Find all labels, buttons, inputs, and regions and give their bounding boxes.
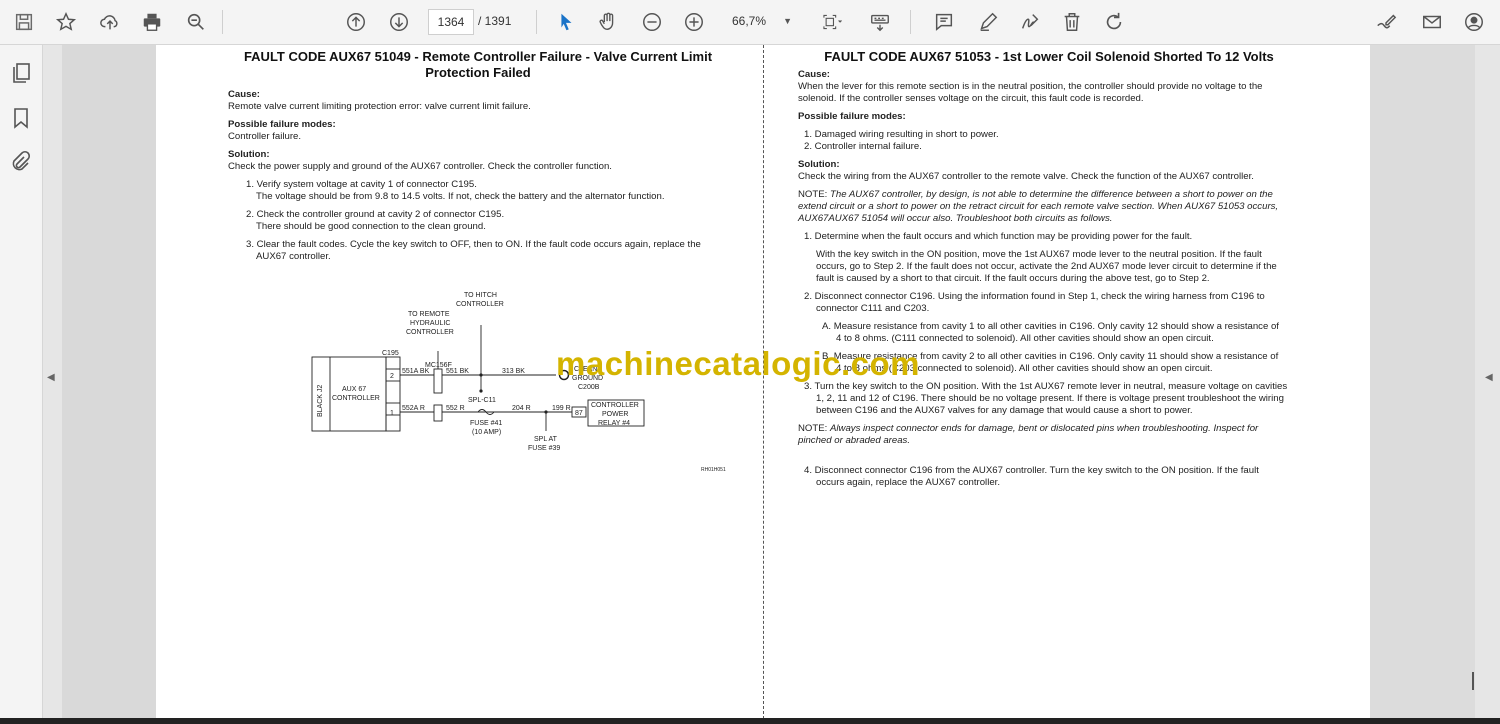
zoom-out-icon[interactable] bbox=[638, 8, 666, 36]
watermark: machinecatalogic.com bbox=[556, 345, 920, 382]
edit-pdf-icon[interactable] bbox=[1372, 8, 1400, 36]
label-wire-552: 552 R bbox=[446, 405, 465, 412]
right-step-1: 1. Determine when the fault occurs and w… bbox=[804, 231, 1193, 242]
left-nav-panel bbox=[0, 45, 43, 724]
keyboard-icon[interactable] bbox=[866, 8, 894, 36]
bookmark-star-icon[interactable] bbox=[52, 8, 80, 36]
right-section: FAULT CODE AUX67 51053 - 1st Lower Coil … bbox=[798, 49, 1300, 489]
left-modes-heading: Possible failure modes: bbox=[228, 119, 336, 130]
left-cause-heading: Cause: bbox=[228, 89, 260, 100]
right-cause-line-1: When the lever for this remote section i… bbox=[798, 81, 1263, 92]
right-cause-heading: Cause: bbox=[798, 69, 830, 80]
left-step-1: 1. Verify system voltage at cavity 1 of … bbox=[246, 179, 665, 202]
collapse-left-icon[interactable]: ◀ bbox=[47, 372, 55, 383]
right-note-2: NOTE: Always inspect connector ends for … bbox=[798, 423, 1259, 446]
select-cursor-icon[interactable] bbox=[552, 8, 580, 36]
page-number-input[interactable]: 1364 bbox=[428, 9, 474, 35]
label-pin-1: 1 bbox=[390, 410, 394, 417]
right-step-3: 3. Turn the key switch to the ON positio… bbox=[804, 381, 1288, 416]
save-icon[interactable] bbox=[10, 8, 38, 36]
wiring-diagram: TO HITCH CONTROLLER TO REMOTE HYDRAULIC … bbox=[311, 292, 726, 473]
left-step-2: 2. Check the controller ground at cavity… bbox=[246, 209, 505, 232]
label-aux67: AUX 67 bbox=[342, 386, 366, 393]
label-relay-power: POWER bbox=[602, 411, 628, 418]
label-wire-551: 551 BK bbox=[446, 368, 469, 375]
rotate-icon[interactable] bbox=[1100, 8, 1128, 36]
chevron-down-icon: ▼ bbox=[783, 16, 792, 26]
scrollbar[interactable] bbox=[1472, 672, 1474, 690]
page-divider bbox=[763, 45, 764, 724]
left-title: FAULT CODE AUX67 51049 - Remote Controll… bbox=[243, 49, 713, 80]
label-wire-204: 204 R bbox=[512, 405, 531, 412]
right-step-1-detail: With the key switch in the ON position, … bbox=[816, 249, 1277, 284]
right-modes-heading: Possible failure modes: bbox=[798, 111, 906, 122]
label-wire-199: 199 R bbox=[552, 405, 571, 412]
toolbar: 1364 / 1391 66,7% ▼ bbox=[0, 0, 1500, 45]
account-icon[interactable] bbox=[1460, 8, 1488, 36]
right-mode-1: 1. Damaged wiring resulting in short to … bbox=[804, 129, 999, 140]
label-wire-551a: 551A BK bbox=[402, 368, 430, 375]
left-solution-heading: Solution: bbox=[228, 149, 270, 160]
zoom-search-icon[interactable] bbox=[182, 8, 210, 36]
sign-icon[interactable] bbox=[1016, 8, 1044, 36]
label-aux-controller: CONTROLLER bbox=[332, 395, 380, 402]
right-step-2a: A. Measure resistance from cavity 1 to a… bbox=[822, 321, 1279, 344]
left-cause-text: Remote valve current limiting protection… bbox=[228, 101, 531, 112]
viewer-margin bbox=[1370, 45, 1475, 724]
mail-icon[interactable] bbox=[1418, 8, 1446, 36]
label-relay-controller: CONTROLLER bbox=[591, 402, 639, 409]
label-to-remote: TO REMOTE bbox=[408, 311, 450, 318]
label-10-amp: (10 AMP) bbox=[472, 429, 501, 436]
right-step-4: 4. Disconnect connector C196 from the AU… bbox=[804, 465, 1259, 488]
right-step-2: 2. Disconnect connector C196. Using the … bbox=[804, 291, 1265, 314]
zoom-select[interactable]: 66,7% ▼ bbox=[724, 9, 794, 33]
pen-icon[interactable] bbox=[974, 8, 1002, 36]
pdf-page: FAULT CODE AUX67 51049 - Remote Controll… bbox=[156, 45, 1370, 724]
label-wire-552a: 552A R bbox=[402, 405, 425, 412]
attachment-icon[interactable] bbox=[9, 150, 33, 174]
bookmark-icon[interactable] bbox=[9, 106, 33, 130]
right-mode-2: 2. Controller internal failure. bbox=[804, 141, 922, 152]
pages-thumbnail-icon[interactable] bbox=[9, 61, 33, 85]
next-page-icon[interactable] bbox=[385, 8, 413, 36]
right-solution-heading: Solution: bbox=[798, 159, 840, 170]
label-relay-4: RELAY #4 bbox=[598, 420, 630, 427]
collapse-right-icon[interactable]: ◀ bbox=[1485, 372, 1493, 383]
right-cause-line-2: solenoid. If the controller senses volta… bbox=[798, 93, 1144, 104]
taskbar-edge bbox=[0, 718, 1500, 724]
label-spl-c11: SPL-C11 bbox=[468, 397, 496, 404]
label-fuse-39: FUSE #39 bbox=[528, 445, 560, 452]
left-section: FAULT CODE AUX67 51049 - Remote Controll… bbox=[228, 49, 728, 263]
label-c200b: C200B bbox=[578, 384, 600, 391]
comment-icon[interactable] bbox=[930, 8, 958, 36]
right-solution-text: Check the wiring from the AUX67 controll… bbox=[798, 171, 1254, 182]
label-pin-2: 2 bbox=[390, 373, 394, 380]
right-note-1: NOTE: The AUX67 controller, by design, i… bbox=[798, 189, 1279, 224]
label-remote-controller: CONTROLLER bbox=[406, 329, 454, 336]
hand-tool-icon[interactable] bbox=[594, 8, 622, 36]
print-icon[interactable] bbox=[138, 8, 166, 36]
label-wire-313: 313 BK bbox=[502, 368, 525, 375]
left-step-3: 3. Clear the fault codes. Cycle the key … bbox=[246, 239, 701, 262]
label-hitch-controller: CONTROLLER bbox=[456, 301, 504, 308]
label-diagram-ref: RH01H051 bbox=[701, 467, 726, 473]
label-to-hitch: TO HITCH bbox=[464, 292, 497, 299]
label-spl-at: SPL AT bbox=[534, 436, 558, 443]
left-solution-text: Check the power supply and ground of the… bbox=[228, 161, 612, 172]
delete-icon[interactable] bbox=[1058, 8, 1086, 36]
left-modes-text: Controller failure. bbox=[228, 131, 302, 142]
label-hydraulic: HYDRAULIC bbox=[410, 320, 450, 327]
prev-page-icon[interactable] bbox=[342, 8, 370, 36]
label-c195: C195 bbox=[382, 350, 399, 357]
label-black-j2: BLACK J2 bbox=[317, 385, 324, 417]
page-fit-icon[interactable] bbox=[814, 8, 850, 36]
zoom-in-icon[interactable] bbox=[680, 8, 708, 36]
label-pin-87: 87 bbox=[575, 410, 583, 417]
page-total: / 1391 bbox=[478, 14, 512, 28]
upload-icon[interactable] bbox=[96, 8, 124, 36]
right-title: FAULT CODE AUX67 51053 - 1st Lower Coil … bbox=[824, 49, 1274, 64]
zoom-value: 66,7% bbox=[732, 14, 767, 28]
label-fuse-41: FUSE #41 bbox=[470, 420, 502, 427]
